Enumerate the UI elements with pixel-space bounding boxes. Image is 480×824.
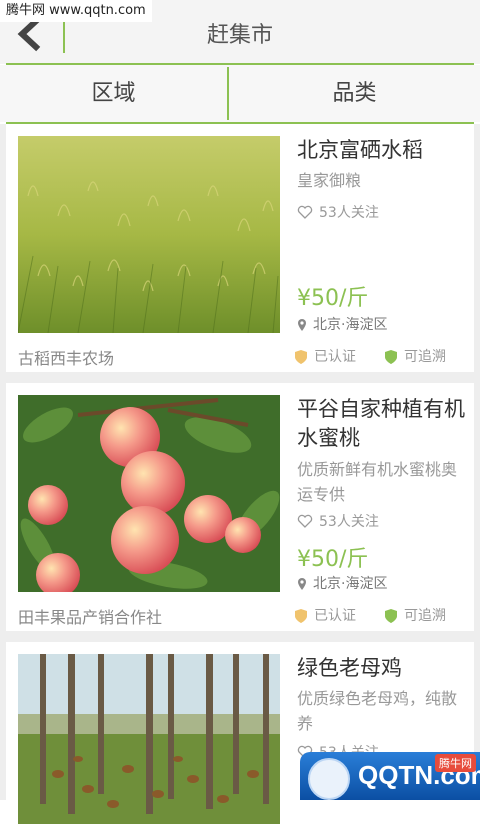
product-location: 北京·海淀区 xyxy=(297,573,387,593)
watermark-top: 腾牛网 www.qqtn.com xyxy=(0,0,152,22)
product-location: 北京·海淀区 xyxy=(297,314,387,334)
product-image-chicken[interactable] xyxy=(18,654,280,824)
product-title[interactable]: 平谷自家种植有机水蜜桃 xyxy=(297,395,469,453)
shield-traceable-icon xyxy=(385,350,397,364)
heart-icon xyxy=(297,205,313,219)
product-title[interactable]: 绿色老母鸡 xyxy=(297,654,469,683)
heart-icon xyxy=(297,514,313,528)
certified-badge: 已认证 xyxy=(294,346,356,366)
product-image-peach[interactable] xyxy=(18,395,280,592)
shield-certified-icon xyxy=(295,350,307,364)
product-price: ¥50/斤 xyxy=(297,547,369,572)
location-pin-icon xyxy=(298,319,306,331)
shield-certified-icon xyxy=(295,609,307,623)
product-title[interactable]: 北京富硒水稻 xyxy=(297,136,469,165)
follow-count-label: 53人关注 xyxy=(319,205,379,221)
location-label: 北京·海淀区 xyxy=(313,317,388,333)
location-label: 北京·海淀区 xyxy=(313,576,388,592)
farm-name[interactable]: 古稻西丰农场 xyxy=(18,345,114,369)
traceable-badge: 可追溯 xyxy=(384,605,446,625)
product-image-rice[interactable] xyxy=(18,136,280,333)
certified-label: 已认证 xyxy=(314,608,356,624)
follow-count-label: 53人关注 xyxy=(319,514,379,530)
product-subtitle: 优质绿色老母鸡，纯散养 xyxy=(297,689,458,733)
product-card[interactable]: 北京富硒水稻 皇家御粮 53人关注 ¥50/斤 北京·海淀区 古稻西丰农场 已认… xyxy=(6,124,474,372)
filter-bar: 区域 品类 xyxy=(0,65,480,122)
product-list[interactable]: 北京富硒水稻 皇家御粮 53人关注 ¥50/斤 北京·海淀区 古稻西丰农场 已认… xyxy=(0,124,480,824)
filter-category-tab[interactable]: 品类 xyxy=(229,65,480,122)
product-card[interactable]: 平谷自家种植有机水蜜桃 优质新鲜有机水蜜桃奥运专供 53人关注 ¥50/斤 北京… xyxy=(6,383,474,631)
product-subtitle: 优质新鲜有机水蜜桃奥运专供 xyxy=(297,460,458,504)
follow-count[interactable]: 53人关注 xyxy=(297,511,379,531)
traceable-label: 可追溯 xyxy=(404,608,446,624)
follow-count[interactable]: 53人关注 xyxy=(297,202,379,222)
traceable-label: 可追溯 xyxy=(404,349,446,365)
watermark-bottom-tag: 腾牛网 xyxy=(435,754,476,772)
certified-label: 已认证 xyxy=(314,349,356,365)
watermark-bottom: QQTN.com 腾牛网 xyxy=(300,752,480,800)
shield-traceable-icon xyxy=(385,609,397,623)
traceable-badge: 可追溯 xyxy=(384,346,446,366)
watermark-logo-icon xyxy=(308,758,350,800)
certified-badge: 已认证 xyxy=(294,605,356,625)
product-subtitle: 皇家御粮 xyxy=(297,171,362,190)
location-pin-icon xyxy=(298,578,306,590)
product-price: ¥50/斤 xyxy=(297,286,369,311)
filter-region-tab[interactable]: 区域 xyxy=(0,65,227,122)
farm-name[interactable]: 田丰果品产销合作社 xyxy=(18,604,162,628)
